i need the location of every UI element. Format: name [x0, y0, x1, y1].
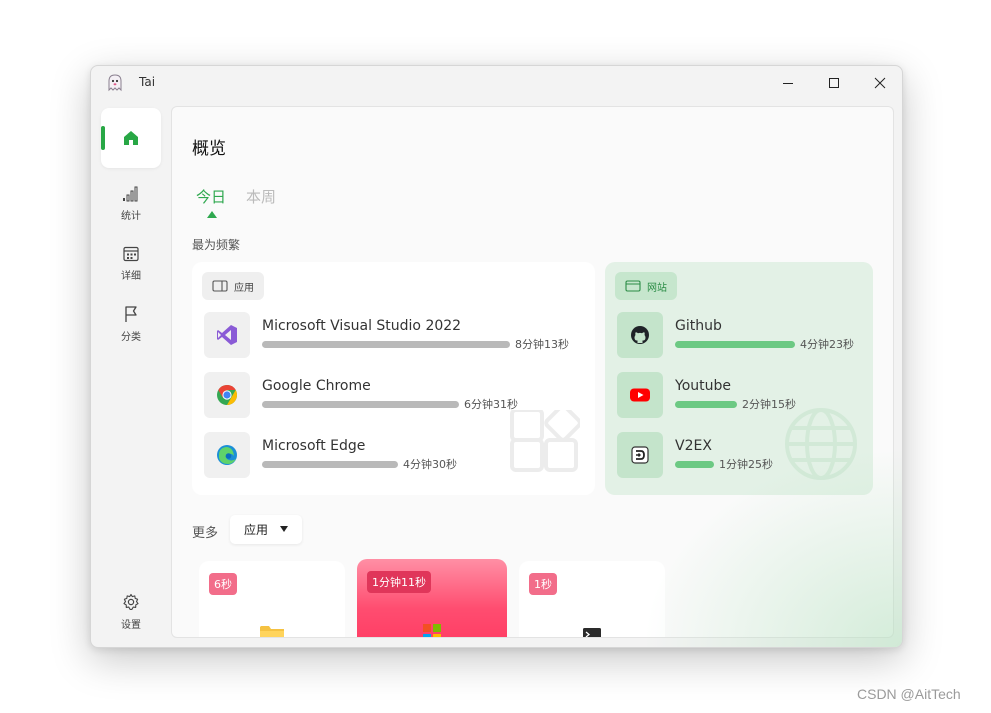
site-row-youtube[interactable]: Youtube 2分钟15秒 [617, 372, 867, 420]
dropdown-value: 应用 [244, 523, 269, 537]
app-row-chrome[interactable]: Google Chrome 6分钟31秒 [204, 372, 584, 420]
youtube-icon [630, 388, 650, 402]
apps-chip: 应用 [202, 272, 264, 300]
duration-badge: 1分钟11秒 [367, 571, 431, 593]
sites-chip-label: 网站 [647, 282, 667, 294]
gear-icon [123, 593, 139, 610]
chrome-icon [217, 385, 237, 405]
ghost-app-icon [108, 74, 122, 92]
home-icon [124, 131, 138, 145]
visual-studio-icon [217, 325, 237, 345]
usage-time: 4分钟30秒 [403, 458, 457, 471]
site-row-v2ex[interactable]: V2EX 1分钟25秒 [617, 432, 867, 480]
site-name: Youtube [675, 378, 731, 394]
usage-time: 2分钟15秒 [742, 398, 796, 411]
app-icon-box [204, 372, 250, 418]
app-window: Tai 统计 详细 分类 设置 概览 今日 本周 最为频繁 应用 Microso… [90, 65, 903, 648]
overview-page: 概览 今日 本周 最为频繁 应用 Microsoft Visual Studio… [171, 106, 894, 638]
edge-icon [217, 445, 237, 465]
app-card-featured[interactable]: 1分钟11秒 [357, 559, 507, 637]
flag-icon [125, 306, 137, 322]
usage-time: 4分钟23秒 [800, 338, 854, 351]
site-name: Github [675, 318, 722, 334]
app-name: Google Chrome [262, 378, 371, 394]
app-name: Microsoft Visual Studio 2022 [262, 318, 462, 334]
duration-badge: 6秒 [209, 573, 237, 595]
usage-time: 6分钟31秒 [464, 398, 518, 411]
app-window-icon [212, 280, 228, 292]
minimize-button[interactable] [765, 66, 811, 100]
nav-label-details: 详细 [121, 271, 141, 282]
app-card[interactable]: 1秒 [519, 561, 665, 637]
terminal-icon [583, 628, 601, 637]
browser-icon [625, 280, 641, 292]
nav-item-categories[interactable]: 分类 [101, 294, 161, 354]
nav-label-settings: 设置 [121, 620, 141, 631]
v2ex-icon [631, 446, 649, 464]
caret-down-icon [280, 526, 288, 532]
window-title: Tai [139, 75, 156, 89]
maximize-button[interactable] [811, 66, 857, 100]
apps-panel: 应用 Microsoft Visual Studio 2022 8分钟13秒 G… [192, 262, 595, 495]
tab-today[interactable]: 今日 [196, 186, 226, 207]
github-icon [631, 326, 649, 344]
app-row-edge[interactable]: Microsoft Edge 4分钟30秒 [204, 432, 584, 480]
folder-icon [260, 626, 284, 637]
usage-bar [262, 401, 459, 408]
close-icon [874, 77, 886, 89]
active-tab-indicator [207, 211, 217, 218]
site-icon-box [617, 432, 663, 478]
usage-bar [262, 341, 510, 348]
usage-time: 1分钟25秒 [719, 458, 773, 471]
app-icon-box [204, 432, 250, 478]
calendar-icon [123, 246, 139, 262]
tab-week[interactable]: 本周 [246, 186, 276, 207]
active-indicator [101, 126, 105, 150]
duration-badge: 1秒 [529, 573, 557, 595]
apps-chip-label: 应用 [234, 282, 254, 294]
minimize-icon [783, 83, 793, 84]
nav-label-stats: 统计 [121, 211, 141, 222]
nav-item-settings[interactable]: 设置 [101, 582, 161, 642]
app-card[interactable]: 6秒 [199, 561, 345, 637]
signal-bars-icon [123, 186, 138, 202]
site-icon-box [617, 372, 663, 418]
usage-bar [262, 461, 398, 468]
site-icon-box [617, 312, 663, 358]
usage-bar [675, 461, 714, 468]
app-icon-box [204, 312, 250, 358]
maximize-icon [829, 78, 839, 88]
windows-icon [423, 624, 441, 637]
title-bar[interactable]: Tai [91, 66, 902, 100]
nav-label-categories: 分类 [121, 332, 141, 343]
frequent-section-label: 最为频繁 [192, 238, 241, 252]
page-title: 概览 [192, 139, 226, 159]
close-button[interactable] [857, 66, 902, 100]
csdn-watermark: CSDN @AitTech [857, 686, 961, 702]
site-name: V2EX [675, 438, 712, 454]
more-section-label: 更多 [192, 526, 219, 541]
category-dropdown[interactable]: 应用 [230, 515, 302, 544]
usage-bar [675, 341, 795, 348]
app-row-visual-studio[interactable]: Microsoft Visual Studio 2022 8分钟13秒 [204, 312, 584, 360]
sites-panel: 网站 Github 4分钟23秒 Youtube 2分钟15秒 V2EX 1分钟… [605, 262, 873, 495]
nav-item-stats[interactable]: 统计 [101, 174, 161, 234]
sites-chip: 网站 [615, 272, 677, 300]
usage-time: 8分钟13秒 [515, 338, 569, 351]
site-row-github[interactable]: Github 4分钟23秒 [617, 312, 867, 360]
usage-bar [675, 401, 737, 408]
app-name: Microsoft Edge [262, 438, 366, 454]
nav-item-details[interactable]: 详细 [101, 234, 161, 294]
nav-item-home[interactable] [101, 108, 161, 168]
